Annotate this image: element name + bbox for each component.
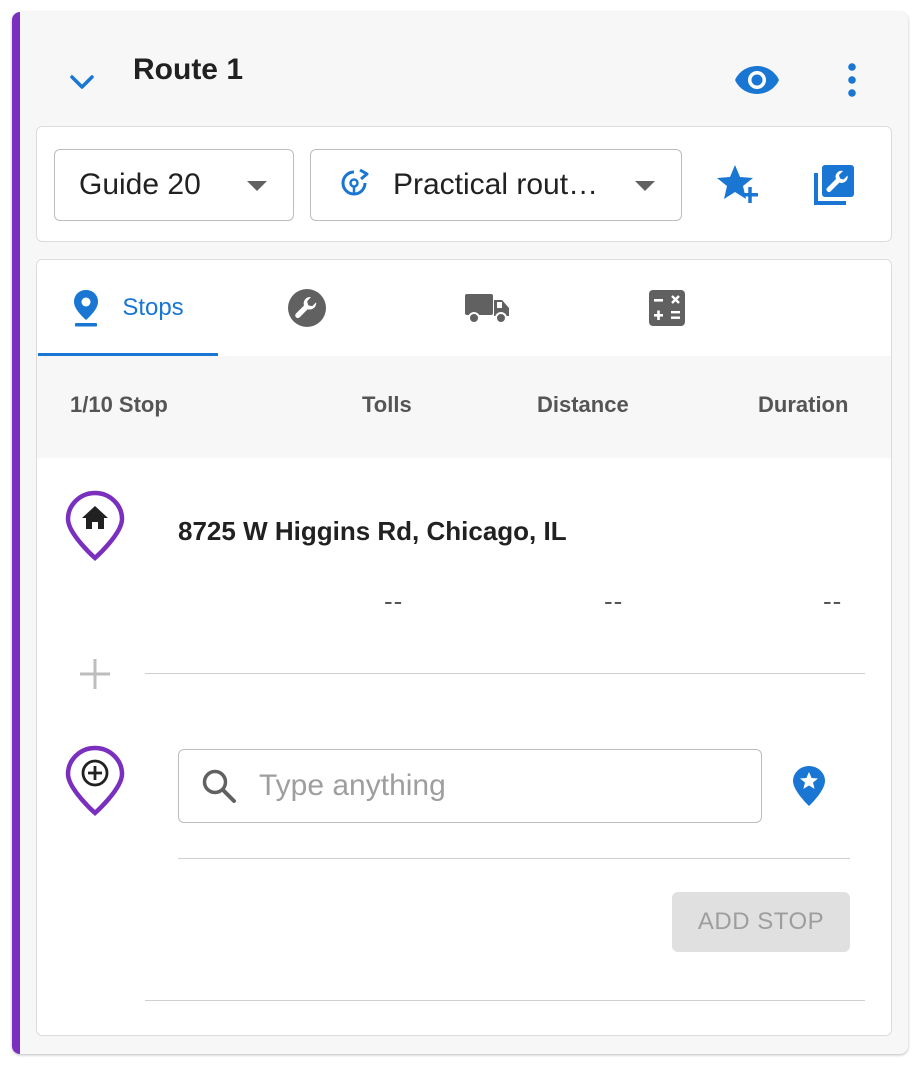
tab-stops-label: Stops	[122, 294, 184, 321]
duration-header: Duration	[758, 392, 849, 417]
route-card: Route 1 Guide 20 Practical rout… Stops 1…	[12, 12, 908, 1054]
map-marker-icon	[74, 290, 99, 327]
truck-icon	[465, 294, 509, 324]
more-options-button[interactable]	[832, 52, 872, 108]
add-favorite-button[interactable]	[713, 161, 763, 209]
stop-distance-value: --	[604, 586, 624, 616]
dropdown-caret-icon	[635, 181, 655, 191]
stop-count-header: 1/10 Stop	[70, 392, 168, 417]
add-pin-icon	[65, 745, 125, 817]
collapse-chevron-button[interactable]	[62, 62, 102, 102]
guide-select-value: Guide 20	[79, 168, 201, 201]
search-icon	[199, 766, 239, 806]
stops-column-header: 1/10 Stop Tolls Distance Duration	[37, 356, 891, 458]
route-details-panel: Stops 1/10 Stop Tolls Distance Duration …	[36, 259, 892, 1036]
add-stop-button[interactable]: ADD STOP	[672, 892, 850, 952]
stop-search-field[interactable]	[178, 749, 762, 823]
insert-stop-plus-icon[interactable]	[77, 656, 113, 692]
favorite-location-pin-icon[interactable]	[791, 764, 827, 808]
route-type-select-value: Practical rout…	[393, 168, 599, 201]
tab-stops[interactable]: Stops	[38, 260, 218, 356]
home-pin-icon	[65, 490, 125, 562]
visibility-toggle-button[interactable]	[730, 56, 784, 104]
tab-vehicle[interactable]	[447, 260, 527, 356]
route-toolbar: Guide 20 Practical rout…	[36, 126, 892, 242]
divider	[145, 673, 865, 674]
stop-duration-value: --	[823, 586, 843, 616]
divider	[145, 1000, 865, 1001]
more-vertical-icon	[848, 63, 856, 97]
chevron-down-icon	[70, 75, 94, 89]
stop-address[interactable]: 8725 W Higgins Rd, Chicago, IL	[178, 516, 567, 547]
route-type-select[interactable]: Practical rout…	[310, 149, 682, 221]
tolls-header: Tolls	[362, 392, 412, 417]
tab-route-options[interactable]	[267, 260, 347, 356]
route-color-bar	[12, 12, 20, 1054]
wrench-icon	[288, 289, 326, 327]
calculator-icon	[649, 290, 685, 326]
distance-header: Distance	[537, 392, 629, 417]
stop-tolls-value: --	[384, 586, 404, 616]
copy-wrench-icon	[814, 165, 854, 205]
copy-route-settings-button[interactable]	[809, 161, 859, 209]
route-tabs: Stops	[37, 260, 891, 356]
tab-costs[interactable]	[627, 260, 707, 356]
guide-select[interactable]: Guide 20	[54, 149, 294, 221]
route-type-icon	[339, 167, 375, 203]
dropdown-caret-icon	[247, 181, 267, 191]
divider	[178, 858, 850, 859]
route-title: Route 1	[133, 53, 244, 86]
stop-search-input[interactable]	[259, 769, 739, 803]
eye-icon	[735, 66, 779, 94]
star-plus-icon	[717, 165, 758, 203]
